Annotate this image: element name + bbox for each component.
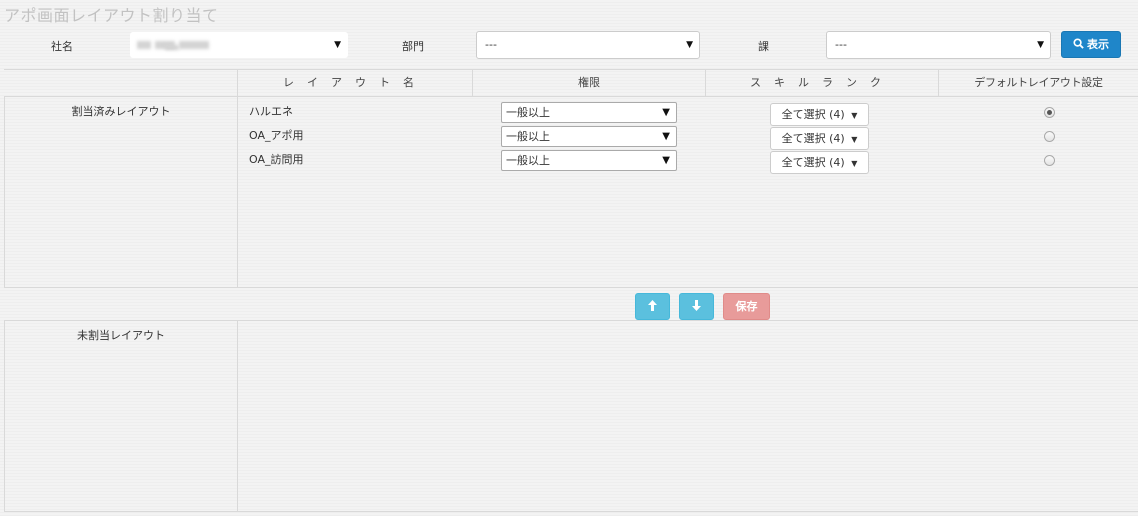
display-button[interactable]: 表示 [1061,31,1121,58]
section-select[interactable]: --- ▼ [826,31,1051,59]
company-select[interactable]: ▼ [130,32,348,58]
grid-line [237,320,238,512]
company-label: 社名 [51,40,73,53]
section-value: --- [835,38,847,51]
arrow-down-icon [692,300,701,311]
skill-rank-value: 全て選択 (4) [781,108,845,121]
skill-rank-value: 全て選択 (4) [781,132,845,145]
chevron-down-icon: ▼ [334,40,341,50]
caret-down-icon: ▼ [851,111,858,120]
column-header-permission: 権限 [578,76,600,89]
default-layout-radio[interactable] [1044,107,1055,118]
caret-down-icon: ▼ [851,135,858,144]
layout-name: ハルエネ [249,105,293,118]
permission-value: 一般以上 [506,106,550,119]
permission-select[interactable]: 一般以上 ▼ [501,150,677,171]
default-layout-radio[interactable] [1044,131,1055,142]
layout-name: OA_訪問用 [249,153,304,166]
grid-line [4,96,1138,97]
chevron-down-icon: ▼ [662,155,670,166]
grid-line [4,320,1138,321]
default-layout-radio[interactable] [1044,155,1055,166]
skill-rank-dropdown[interactable]: 全て選択 (4) ▼ [770,151,869,174]
permission-value: 一般以上 [506,154,550,167]
display-button-label: 表示 [1087,38,1109,51]
grid-line [4,320,5,512]
permission-select[interactable]: 一般以上 ▼ [501,126,677,147]
column-header-skill-rank: スキルランク [750,76,894,89]
chevron-down-icon: ▼ [662,107,670,118]
department-select[interactable]: --- ▼ [476,31,700,59]
column-header-default-setting: デフォルトレイアウト設定 [974,76,1103,89]
grid-line [4,287,1138,288]
arrow-up-icon [648,300,657,311]
department-value: --- [485,38,497,51]
assigned-layouts-label: 割当済みレイアウト [71,105,171,118]
page-title: アポ画面レイアウト割り当て [4,6,219,25]
grid-line [237,69,238,288]
skill-rank-value: 全て選択 (4) [781,156,845,169]
chevron-down-icon: ▼ [1037,40,1044,50]
unassigned-layouts-label: 未割当レイアウト [77,329,165,342]
chevron-down-icon: ▼ [662,131,670,142]
skill-rank-dropdown[interactable]: 全て選択 (4) ▼ [770,103,869,126]
permission-select[interactable]: 一般以上 ▼ [501,102,677,123]
column-header-layout-name: レイアウト名 [283,76,427,89]
grid-line [4,511,1138,512]
skill-rank-dropdown[interactable]: 全て選択 (4) ▼ [770,127,869,150]
grid-line [4,96,5,288]
layout-name: OA_アポ用 [249,129,304,142]
caret-down-icon: ▼ [851,159,858,168]
chevron-down-icon: ▼ [686,40,693,50]
radio-selected-dot [1047,110,1052,115]
search-icon [1073,38,1084,49]
permission-value: 一般以上 [506,130,550,143]
save-button[interactable]: 保存 [723,293,770,320]
move-up-button[interactable] [635,293,670,320]
section-label: 課 [758,40,769,53]
move-down-button[interactable] [679,293,714,320]
department-label: 部門 [402,40,424,53]
